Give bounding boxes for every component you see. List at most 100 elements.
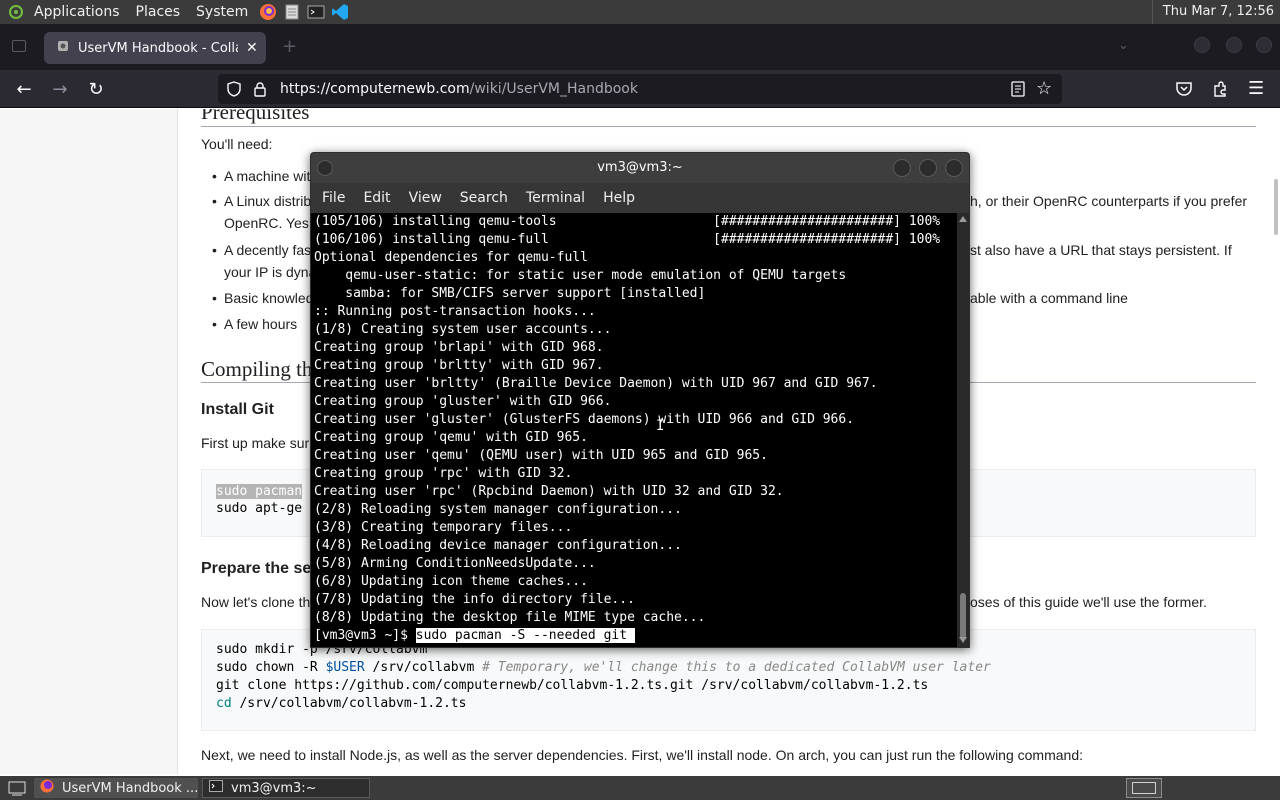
terminal-line: samba: for SMB/CIFS server support [inst…: [314, 286, 706, 301]
terminal-line: Creating user 'gluster' (GlusterFS daemo…: [314, 412, 855, 427]
scroll-down-arrow-icon[interactable]: [959, 637, 967, 643]
browser-tab-bar: UserVM Handbook - CollabVM ✕ + ⌄: [0, 24, 1280, 70]
workspace-preview: [1132, 782, 1156, 794]
bullet-item: A machine wit: [212, 168, 310, 184]
terminal-screen[interactable]: (105/106) installing qemu-tools [#######…: [311, 213, 957, 647]
terminal-menu-file[interactable]: File: [313, 190, 354, 206]
terminal-title: vm3@vm3:~: [597, 160, 683, 175]
code-token: /srv/collabvm: [364, 660, 483, 675]
terminal-line: Creating group 'gluster' with GID 966.: [314, 394, 612, 409]
bottom-taskbar: UserVM Handbook ... vm3@vm3:~: [0, 776, 1280, 800]
url-host: https://computernewb.com: [280, 81, 470, 97]
lock-icon[interactable]: [252, 81, 268, 101]
terminal-line: (105/106) installing qemu-tools [#######…: [314, 214, 941, 229]
terminal-line: Creating group 'brltty' with GID 967.: [314, 358, 604, 373]
terminal-maximize-icon[interactable]: [919, 159, 937, 177]
terminal-line: (106/106) installing qemu-full [########…: [314, 232, 941, 247]
heading-prerequisites: Prerequisites: [201, 109, 310, 124]
browser-nav-bar: ← → ↻ https://computernewb.com/wiki/User…: [0, 70, 1280, 108]
terminal-menu-search[interactable]: Search: [451, 190, 517, 206]
wiki-sidebar: [0, 109, 178, 774]
tab-close-icon[interactable]: ✕: [246, 40, 258, 56]
bullet-continuation: OpenRC. Yes,: [224, 215, 313, 231]
terminal-menu-view[interactable]: View: [400, 190, 451, 206]
top-panel: Applications Places System Thu Mar 7, 12…: [0, 0, 1280, 24]
url-text[interactable]: https://computernewb.com/wiki/UserVM_Han…: [280, 81, 638, 97]
terminal-menu-help[interactable]: Help: [594, 190, 644, 206]
terminal-line: qemu-user-static: for static user mode e…: [314, 268, 847, 283]
terminal-prompt-line[interactable]: [vm3@vm3 ~]$ sudo pacman -S --needed git: [314, 627, 635, 645]
show-desktop-icon[interactable]: [8, 780, 26, 800]
new-tab-icon[interactable]: +: [282, 36, 297, 57]
close-window-icon[interactable]: [1256, 37, 1272, 53]
terminal-window[interactable]: vm3@vm3:~ File Edit View Search Terminal…: [310, 152, 970, 648]
terminal-scrollbar[interactable]: [957, 213, 969, 647]
terminal-line: Creating user 'qemu' (QEMU user) with UI…: [314, 448, 768, 463]
next-text: Next, we need to install Node.js, as wel…: [201, 747, 1083, 763]
workspace-switcher[interactable]: [1126, 778, 1162, 798]
list-tabs-icon[interactable]: ⌄: [1118, 38, 1129, 53]
terminal-menu-terminal[interactable]: Terminal: [517, 190, 594, 206]
file-manager-launcher-icon[interactable]: [282, 2, 302, 22]
terminal-launcher-icon[interactable]: [306, 2, 326, 22]
terminal-titlebar[interactable]: vm3@vm3:~: [311, 153, 969, 183]
tab-userdvm-handbook[interactable]: UserVM Handbook - CollabVM ✕: [44, 32, 266, 64]
bullet-text-right: able with a command line: [970, 290, 1128, 306]
bullet-item: Basic knowled: [212, 290, 313, 306]
places-menu[interactable]: Places: [128, 0, 189, 24]
minimize-window-icon[interactable]: [1194, 37, 1210, 53]
firefox-launcher-icon[interactable]: [258, 2, 278, 22]
code-comment: # Temporary, we'll change this to a dedi…: [482, 660, 991, 675]
code-token: cd: [216, 696, 232, 711]
back-arrow-icon[interactable]: ←: [11, 76, 37, 102]
pocket-icon[interactable]: [1175, 80, 1193, 102]
maximize-window-icon[interactable]: [1226, 37, 1242, 53]
terminal-icon: [209, 780, 223, 796]
tab-overview-icon[interactable]: [12, 40, 26, 52]
window-menu-icon[interactable]: [317, 160, 333, 176]
distro-logo-icon[interactable]: [6, 2, 26, 22]
terminal-line: Creating user 'rpc' (Rpcbind Daemon) wit…: [314, 484, 784, 499]
terminal-line: (3/8) Creating temporary files...: [314, 520, 573, 535]
terminal-close-icon[interactable]: [945, 159, 963, 177]
terminal-line: Optional dependencies for qemu-full: [314, 250, 588, 265]
terminal-prompt: [vm3@vm3 ~]$: [314, 628, 416, 643]
reload-icon[interactable]: ↻: [83, 76, 109, 102]
terminal-menu-edit[interactable]: Edit: [354, 190, 399, 206]
clone-text-right: oses of this guide we'll use the former.: [970, 594, 1207, 610]
terminal-line: (8/8) Updating the desktop file MIME typ…: [314, 610, 706, 625]
taskbar-item-browser[interactable]: UserVM Handbook ...: [34, 778, 198, 798]
text-cursor-icon: I: [656, 418, 665, 434]
vscode-launcher-icon[interactable]: [330, 2, 350, 22]
tab-title: UserVM Handbook - CollabVM: [78, 40, 238, 56]
terminal-command[interactable]: sudo pacman -S --needed git: [415, 628, 635, 643]
first-up-text: First up make sur: [201, 435, 310, 451]
terminal-line: (4/8) Reloading device manager configura…: [314, 538, 682, 553]
tracking-shield-icon[interactable]: [226, 81, 242, 101]
terminal-menubar: File Edit View Search Terminal Help: [311, 183, 969, 213]
page-scrollbar-thumb[interactable]: [1274, 179, 1278, 235]
taskbar-item-label: UserVM Handbook ...: [62, 780, 198, 796]
applications-menu[interactable]: Applications: [26, 0, 128, 24]
panel-clock[interactable]: Thu Mar 7, 12:56: [1151, 0, 1274, 24]
system-menu[interactable]: System: [188, 0, 256, 24]
extensions-icon[interactable]: [1211, 80, 1229, 102]
bookmark-star-icon[interactable]: ☆: [1036, 78, 1052, 99]
app-menu-icon[interactable]: ☰: [1248, 78, 1264, 99]
terminal-minimize-icon[interactable]: [893, 159, 911, 177]
clone-text: Now let's clone th: [201, 594, 311, 610]
taskbar-item-terminal[interactable]: vm3@vm3:~: [202, 778, 370, 798]
favicon-icon: [56, 39, 70, 57]
reader-view-icon[interactable]: [1010, 80, 1026, 102]
url-bar[interactable]: https://computernewb.com/wiki/UserVM_Han…: [218, 74, 1062, 104]
bullet-item: A Linux distrib: [212, 193, 311, 209]
scroll-up-arrow-icon[interactable]: [959, 216, 967, 222]
terminal-line: (6/8) Updating icon theme caches...: [314, 574, 588, 589]
code-line: sudo pacman: [216, 484, 303, 499]
heading-compiling: Compiling th: [201, 357, 313, 381]
terminal-scrollbar-thumb[interactable]: [960, 593, 966, 639]
forward-arrow-icon[interactable]: →: [47, 76, 73, 102]
code-token: /srv/collabvm/collabvm-1.2.ts: [231, 696, 467, 711]
code-token: sudo chown -R: [216, 660, 326, 675]
terminal-line: (5/8) Arming ConditionNeedsUpdate...: [314, 556, 596, 571]
